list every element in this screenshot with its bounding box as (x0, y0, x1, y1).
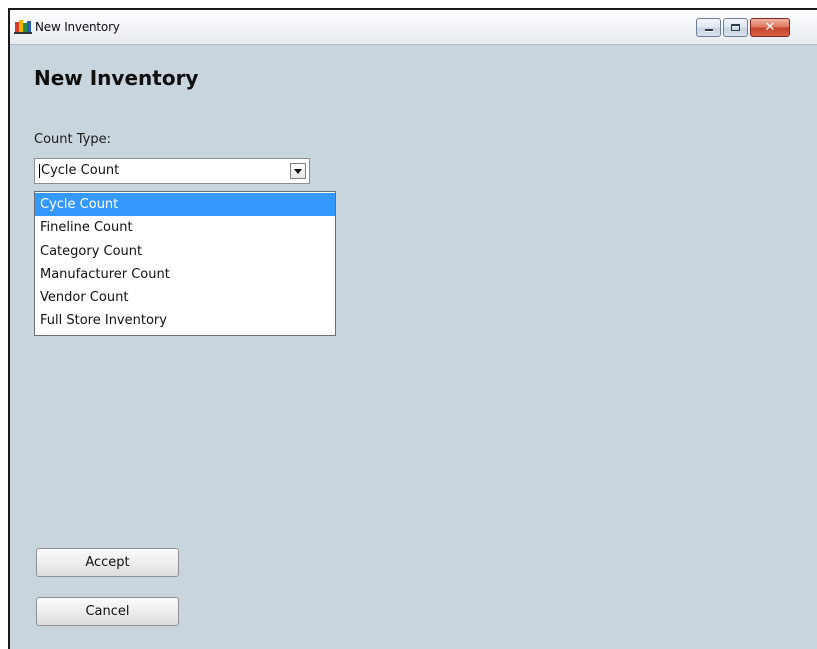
page-title: New Inventory (34, 66, 199, 90)
accept-button[interactable]: Accept (36, 548, 179, 577)
dropdown-option-fineline-count[interactable]: Fineline Count (35, 216, 335, 239)
minimize-icon (705, 29, 713, 31)
maximize-button[interactable] (723, 18, 748, 37)
dropdown-option-category-count[interactable]: Category Count (35, 240, 335, 263)
cancel-button[interactable]: Cancel (36, 597, 179, 626)
dropdown-option-cycle-count[interactable]: Cycle Count (35, 193, 335, 217)
dropdown-option-full-store-inventory[interactable]: Full Store Inventory (35, 309, 335, 332)
close-button[interactable]: ✕ (750, 18, 790, 37)
app-icon (14, 20, 32, 34)
minimize-button[interactable] (696, 18, 721, 37)
count-type-label: Count Type: (34, 132, 111, 147)
close-icon: ✕ (764, 20, 776, 35)
maximize-icon (731, 24, 740, 31)
window-title: New Inventory (35, 20, 120, 34)
title-bar[interactable]: New Inventory ✕ (10, 10, 817, 45)
count-type-select[interactable]: Cycle Count (34, 158, 310, 184)
dropdown-option-manufacturer-count[interactable]: Manufacturer Count (35, 263, 335, 286)
chevron-down-icon[interactable] (290, 163, 306, 179)
count-type-value[interactable]: Cycle Count (39, 164, 119, 178)
new-inventory-window: New Inventory ✕ New Inventory Count Type… (8, 8, 817, 649)
dropdown-option-vendor-count[interactable]: Vendor Count (35, 286, 335, 309)
count-type-dropdown-list: Cycle Count Fineline Count Category Coun… (34, 191, 336, 336)
